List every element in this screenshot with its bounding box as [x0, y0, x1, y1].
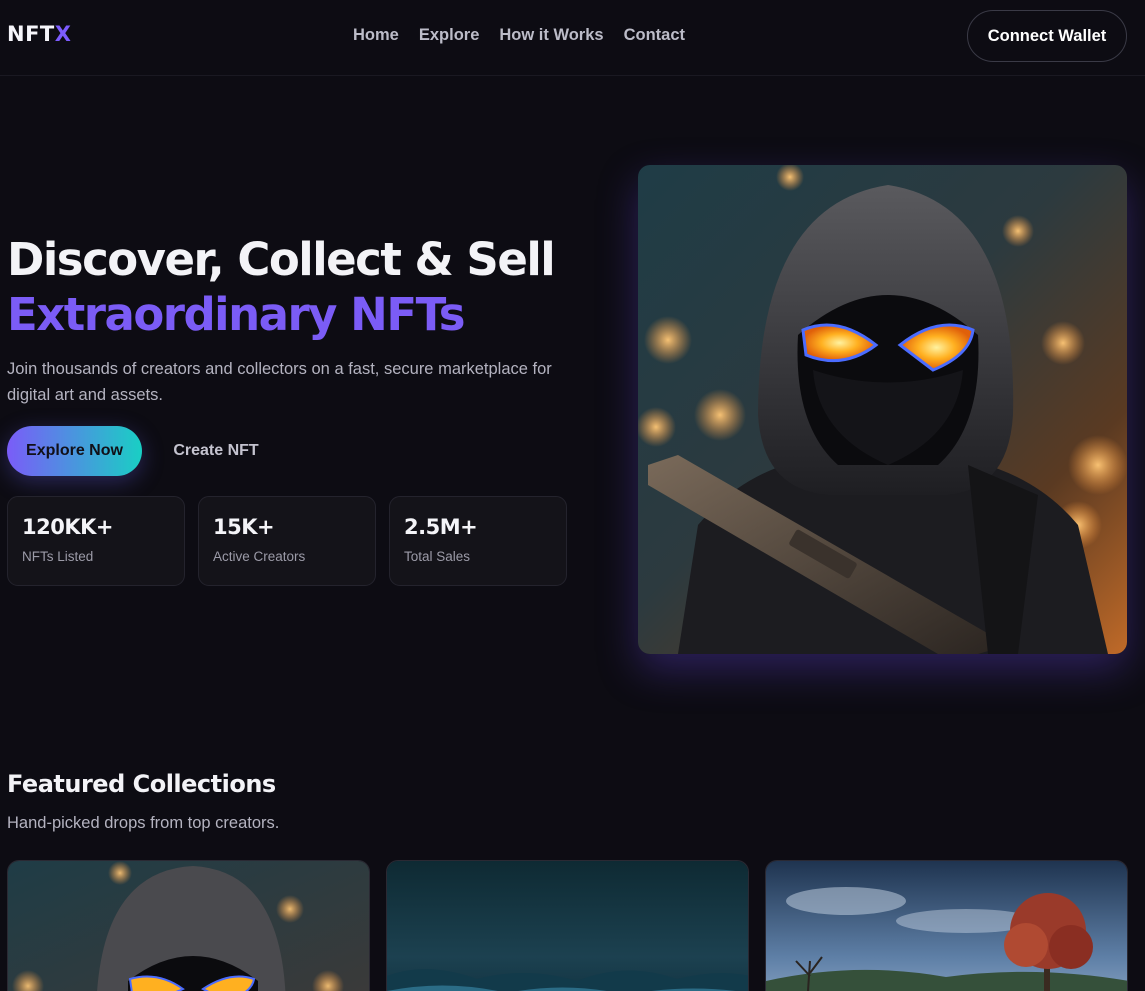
hero-stats: 120KK+ NFTs Listed 15K+ Active Creators … — [7, 496, 567, 586]
stat-value: 15K+ — [213, 515, 275, 539]
hero-title-line1: Discover, Collect & Sell — [7, 233, 556, 286]
page: NFTX Home Explore How it Works Contact C… — [0, 0, 1145, 991]
stat-card: 120KK+ NFTs Listed — [7, 496, 185, 586]
featured-title: Featured Collections — [7, 770, 276, 798]
hero-title: Discover, Collect & Sell Extraordinary N… — [7, 232, 556, 342]
hero-subtitle: Join thousands of creators and collector… — [7, 360, 552, 404]
hooded-figure-image — [638, 165, 1127, 654]
ocean-landscape-thumbnail — [387, 861, 748, 991]
nav-contact[interactable]: Contact — [624, 26, 685, 45]
hero-title-line2: Extraordinary NFTs — [7, 288, 466, 341]
stat-label: NFTs Listed — [22, 549, 94, 564]
connect-wallet-button[interactable]: Connect Wallet — [967, 10, 1127, 62]
featured-subtitle: Hand-picked drops from top creators. — [7, 814, 280, 832]
stat-card: 15K+ Active Creators — [198, 496, 376, 586]
brand-name: NFT — [7, 22, 55, 46]
collection-card[interactable] — [7, 860, 370, 991]
collection-card[interactable] — [386, 860, 749, 991]
autumn-tree-painting-thumbnail — [766, 861, 1127, 991]
explore-now-button[interactable]: Explore Now — [7, 426, 142, 476]
featured-collections-grid — [7, 860, 1128, 991]
stat-card: 2.5M+ Total Sales — [389, 496, 567, 586]
stat-value: 120KK+ — [22, 515, 113, 539]
nav-home[interactable]: Home — [353, 26, 399, 45]
create-nft-button[interactable]: Create NFT — [160, 426, 272, 476]
nav-how-it-works[interactable]: How it Works — [499, 26, 603, 45]
main-nav: Home Explore How it Works Contact — [353, 26, 685, 45]
collection-card[interactable] — [765, 860, 1128, 991]
stat-label: Total Sales — [404, 549, 471, 564]
stat-label: Active Creators — [213, 549, 306, 564]
site-header: NFTX Home Explore How it Works Contact C… — [0, 0, 1145, 76]
hooded-figure-thumbnail — [8, 861, 369, 991]
stat-value: 2.5M+ — [404, 515, 478, 539]
nav-explore[interactable]: Explore — [419, 26, 480, 45]
brand-accent-letter: X — [54, 22, 72, 46]
hero-nft-artwork[interactable] — [638, 165, 1127, 654]
brand-logo[interactable]: NFTX — [7, 22, 71, 46]
